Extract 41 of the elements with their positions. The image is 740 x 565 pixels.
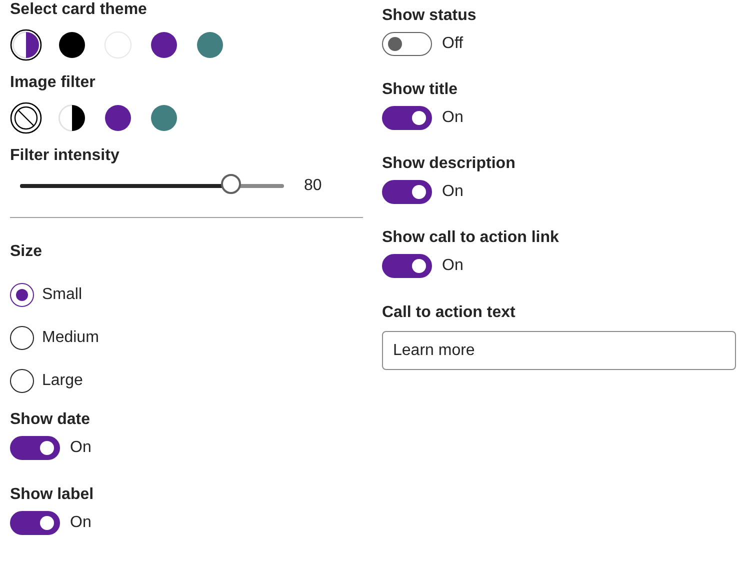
toggle-label: Show description (382, 154, 516, 174)
radio-button[interactable] (10, 326, 34, 350)
radio-label[interactable]: Small (42, 286, 82, 304)
color-swatch[interactable] (148, 29, 180, 61)
toggle-label: Show label (10, 485, 95, 505)
color-swatch[interactable] (102, 102, 134, 134)
toggle-state: On (442, 109, 464, 127)
toggle-state: Off (442, 35, 464, 53)
no-filter-swatch[interactable] (10, 102, 42, 134)
radio-label[interactable]: Large (42, 372, 83, 390)
slider-thumb[interactable] (221, 174, 242, 194)
toggle-state: On (442, 257, 464, 275)
toggle-state: On (442, 183, 464, 201)
toggle-switch[interactable] (10, 511, 60, 535)
toggle-label: Show status (382, 6, 478, 26)
toggle-switch[interactable] (382, 106, 432, 130)
toggle-switch[interactable] (382, 32, 432, 56)
radio-button[interactable] (10, 369, 34, 393)
color-swatch[interactable] (56, 102, 88, 134)
color-swatch[interactable] (56, 29, 88, 61)
toggle-label: Show title (382, 80, 459, 100)
slider-value: 80 (304, 177, 322, 195)
toggle-switch[interactable] (382, 254, 432, 278)
toggle-label: Show call to action link (382, 228, 560, 248)
color-swatch[interactable] (148, 102, 180, 134)
color-swatch[interactable] (102, 29, 134, 61)
field-label: Call to action text (382, 303, 516, 323)
toggle-label: Show date (10, 410, 92, 430)
toggle-state: On (70, 439, 92, 457)
section-label: Size (10, 242, 44, 262)
color-swatch[interactable] (10, 29, 42, 61)
section-label: Filter intensity (10, 146, 120, 166)
toggle-switch[interactable] (382, 180, 432, 204)
radio-label[interactable]: Medium (42, 329, 99, 347)
text-field[interactable]: Learn more (382, 331, 736, 370)
toggle-state: On (70, 514, 92, 532)
radio-button[interactable] (10, 283, 34, 307)
color-swatch[interactable] (194, 29, 226, 61)
toggle-switch[interactable] (10, 436, 60, 460)
section-label: Select card theme (10, 0, 148, 20)
section-label: Image filter (10, 73, 96, 93)
